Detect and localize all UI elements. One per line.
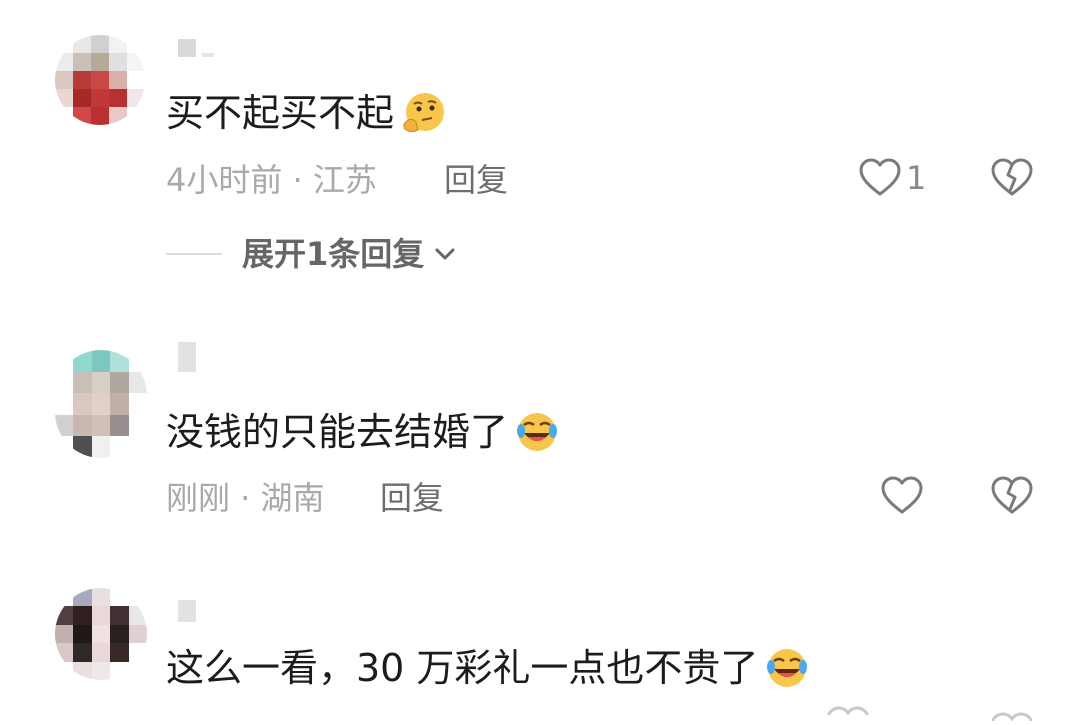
expand-replies-button[interactable]: 展开1条回复 bbox=[166, 234, 458, 274]
username-masked[interactable] bbox=[178, 600, 196, 622]
comment-text-content: 这么一看，30 万彩礼一点也不贵了 bbox=[166, 646, 759, 690]
heart-outline-icon bbox=[859, 158, 901, 196]
like-button[interactable] bbox=[826, 706, 870, 715]
expand-replies-label: 展开1条回复 bbox=[242, 235, 425, 273]
broken-heart-icon bbox=[991, 158, 1033, 196]
comment-meta: 4小时前 · 江苏 bbox=[166, 161, 377, 199]
like-button[interactable] bbox=[880, 476, 924, 516]
comment-text: 没钱的只能去结婚了 bbox=[166, 409, 560, 455]
chevron-down-icon bbox=[435, 248, 455, 260]
divider bbox=[166, 253, 222, 255]
dislike-button[interactable] bbox=[990, 476, 1034, 520]
like-button[interactable]: 1 bbox=[858, 158, 926, 198]
avatar[interactable] bbox=[55, 588, 147, 680]
comment-text-content: 没钱的只能去结婚了 bbox=[166, 410, 509, 454]
reply-button[interactable]: 回复 bbox=[444, 160, 508, 200]
username-masked[interactable] bbox=[178, 35, 214, 57]
comment-meta: 刚刚 · 湖南 bbox=[166, 479, 325, 517]
comment-text: 这么一看，30 万彩礼一点也不贵了 bbox=[166, 645, 810, 691]
avatar[interactable] bbox=[55, 350, 147, 458]
username-masked[interactable] bbox=[178, 342, 196, 372]
broken-heart-icon bbox=[991, 712, 1033, 722]
reply-button[interactable]: 回复 bbox=[380, 478, 444, 518]
broken-heart-icon bbox=[991, 476, 1033, 514]
comment-item: 买不起买不起 4小时前 · 江苏 回复 1 展开1条回复 bbox=[0, 0, 1080, 300]
dislike-button[interactable] bbox=[990, 706, 1034, 725]
thinking-face-emoji bbox=[403, 93, 445, 133]
heart-outline-icon bbox=[827, 706, 869, 715]
avatar[interactable] bbox=[55, 35, 145, 125]
dislike-button[interactable] bbox=[990, 158, 1034, 202]
rolling-on-floor-laughing-emoji bbox=[767, 649, 808, 687]
comment-text: 买不起买不起 bbox=[166, 90, 446, 136]
heart-outline-icon bbox=[881, 476, 923, 514]
rolling-on-floor-laughing-emoji bbox=[517, 413, 558, 451]
like-count: 1 bbox=[906, 159, 927, 197]
comment-text-content: 买不起买不起 bbox=[166, 91, 395, 135]
